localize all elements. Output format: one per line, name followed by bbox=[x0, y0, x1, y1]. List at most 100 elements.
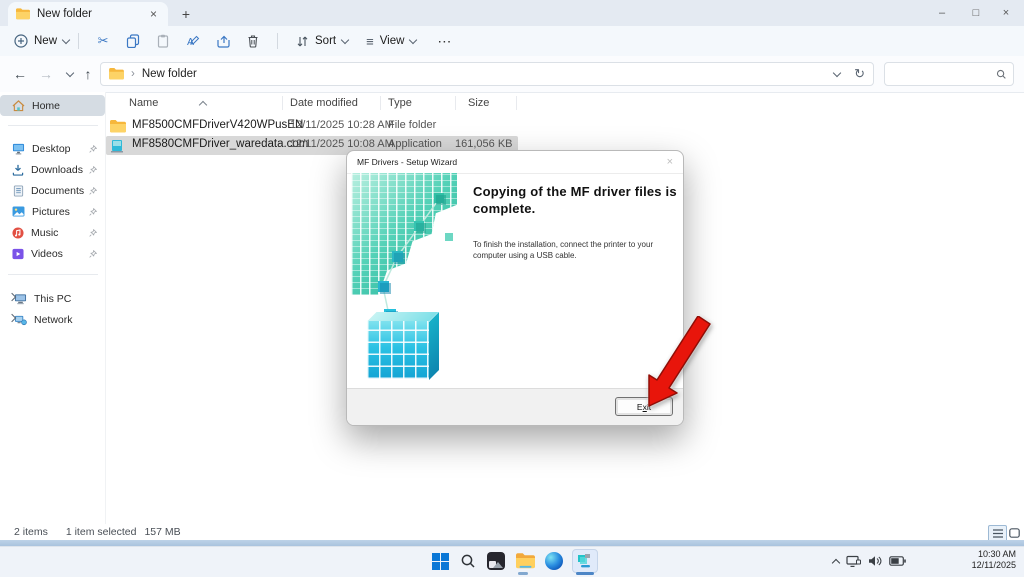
documents-icon bbox=[13, 184, 24, 197]
annotation-arrow bbox=[630, 316, 716, 416]
taskbar-clock[interactable]: 10:30 AM 12/11/2025 bbox=[972, 549, 1016, 571]
large-icons-view-button[interactable] bbox=[1006, 525, 1023, 540]
chevron-down-icon bbox=[61, 35, 71, 44]
more-options-button[interactable]: ⋯ bbox=[429, 28, 459, 54]
sidebar-item-label: Pictures bbox=[32, 205, 70, 218]
column-divider[interactable] bbox=[282, 96, 283, 110]
dialog-title-bar[interactable]: MF Drivers - Setup Wizard × bbox=[347, 151, 683, 174]
sidebar-divider bbox=[105, 92, 106, 524]
column-divider[interactable] bbox=[380, 96, 381, 110]
column-divider[interactable] bbox=[455, 96, 456, 110]
sidebar-separator bbox=[8, 274, 98, 275]
view-icon: ≡ bbox=[366, 33, 374, 49]
column-header-name[interactable]: Name bbox=[129, 92, 158, 114]
search-icon bbox=[996, 69, 1006, 79]
sidebar-item-downloads[interactable]: Downloads bbox=[0, 159, 105, 180]
chevron-down-icon bbox=[65, 68, 75, 77]
toolbar-divider bbox=[277, 33, 279, 49]
sidebar-item-home[interactable]: Home bbox=[0, 95, 105, 116]
sidebar-item-this-pc[interactable]: This PC bbox=[0, 288, 105, 309]
pin-icon bbox=[89, 249, 97, 258]
sidebar-item-documents[interactable]: Documents bbox=[0, 180, 105, 201]
battery-icon[interactable] bbox=[889, 556, 906, 566]
cut-icon: ✂ bbox=[97, 33, 109, 48]
dialog-body-text: To finish the installation, connect the … bbox=[473, 240, 654, 260]
file-date-modified: 12/11/2025 10:28 AM bbox=[290, 119, 394, 131]
tab-close-icon[interactable]: × bbox=[147, 7, 160, 21]
file-row-folder[interactable]: MF8500CMFDriverV420WPusEN 12/11/2025 10:… bbox=[0, 117, 1024, 136]
tab-title: New folder bbox=[37, 8, 92, 20]
forward-button[interactable]: → bbox=[34, 62, 58, 86]
sidebar-item-label: Documents bbox=[31, 184, 85, 197]
taskbar-setup-wizard-button[interactable] bbox=[572, 549, 598, 573]
breadcrumb[interactable]: New folder bbox=[142, 68, 197, 80]
sidebar-item-videos[interactable]: Videos bbox=[0, 243, 105, 264]
wizard-graphic bbox=[347, 173, 465, 391]
sort-button[interactable]: Sort bbox=[287, 28, 357, 54]
column-header-label: Name bbox=[129, 97, 159, 109]
dialog-heading: Copying of the MF driver files is comple… bbox=[473, 184, 677, 216]
column-divider[interactable] bbox=[516, 96, 517, 110]
sort-ascending-icon bbox=[198, 100, 208, 110]
rename-button[interactable]: A bbox=[178, 28, 208, 54]
this-pc-icon bbox=[14, 293, 27, 304]
search-input[interactable] bbox=[891, 67, 996, 81]
start-button[interactable] bbox=[428, 549, 452, 573]
paste-button[interactable] bbox=[148, 28, 178, 54]
pin-icon bbox=[89, 228, 97, 237]
file-type: File folder bbox=[388, 119, 437, 131]
new-tab-button[interactable]: + bbox=[176, 4, 196, 24]
share-button[interactable] bbox=[208, 28, 238, 54]
column-header-date-modified[interactable]: Date modified bbox=[290, 92, 358, 114]
tab-new-folder[interactable]: New folder × bbox=[8, 2, 168, 26]
search-box[interactable] bbox=[884, 62, 1014, 86]
copy-button[interactable] bbox=[118, 28, 148, 54]
command-bar: New ✂ A Sort ≡ View ⋯ bbox=[0, 26, 1024, 56]
breadcrumb-chevron-icon: › bbox=[131, 68, 135, 80]
delete-button[interactable] bbox=[238, 28, 268, 54]
explorer-tab-bar: New folder × + – □ × bbox=[0, 0, 1024, 26]
sidebar-item-pictures[interactable]: Pictures bbox=[0, 201, 105, 222]
minimize-button[interactable]: – bbox=[924, 0, 960, 26]
volume-icon[interactable] bbox=[868, 555, 882, 567]
music-icon bbox=[12, 226, 24, 239]
taskbar-photos-app-button[interactable] bbox=[484, 549, 508, 573]
up-button[interactable]: ↑ bbox=[76, 62, 100, 86]
large-icons-view-icon bbox=[1009, 527, 1020, 538]
address-bar[interactable]: › New folder ↻ bbox=[100, 62, 874, 86]
navigation-pane: Home Desktop Downloads Documents Picture… bbox=[0, 92, 105, 524]
paste-icon bbox=[157, 34, 169, 48]
sidebar-item-network[interactable]: Network bbox=[0, 309, 105, 330]
new-button[interactable]: New bbox=[14, 34, 71, 48]
close-button[interactable]: × bbox=[988, 0, 1024, 26]
svg-text:A: A bbox=[187, 36, 194, 48]
cut-button[interactable]: ✂ bbox=[88, 28, 118, 54]
pin-icon bbox=[89, 186, 97, 195]
sidebar-item-music[interactable]: Music bbox=[0, 222, 105, 243]
network-icon bbox=[14, 315, 27, 325]
network-status-icon[interactable] bbox=[846, 555, 861, 568]
view-button[interactable]: ≡ View bbox=[357, 28, 425, 54]
taskbar-file-explorer-button[interactable] bbox=[513, 549, 537, 573]
taskbar-edge-button[interactable] bbox=[542, 549, 566, 573]
dialog-close-icon[interactable]: × bbox=[667, 156, 673, 168]
selection-count: 1 item selected bbox=[65, 526, 137, 538]
pin-icon bbox=[89, 165, 97, 174]
column-header-type[interactable]: Type bbox=[388, 92, 412, 114]
clock-time: 10:30 AM bbox=[977, 549, 1016, 559]
folder-icon bbox=[109, 68, 124, 80]
home-icon bbox=[12, 99, 25, 111]
selection-size: 157 MB bbox=[144, 526, 181, 538]
back-button[interactable]: ← bbox=[8, 62, 32, 86]
tray-chevron-up-icon[interactable] bbox=[831, 558, 841, 567]
rename-icon: A bbox=[187, 35, 199, 48]
system-tray bbox=[831, 546, 906, 576]
more-icon: ⋯ bbox=[437, 32, 452, 49]
item-count: 2 items bbox=[14, 526, 48, 538]
toolbar-divider bbox=[78, 33, 80, 49]
refresh-icon[interactable]: ↻ bbox=[854, 66, 865, 82]
address-dropdown-icon[interactable] bbox=[832, 68, 842, 77]
taskbar-search-button[interactable] bbox=[456, 549, 480, 573]
windows-start-icon bbox=[431, 552, 449, 570]
column-header-size[interactable]: Size bbox=[468, 92, 489, 114]
